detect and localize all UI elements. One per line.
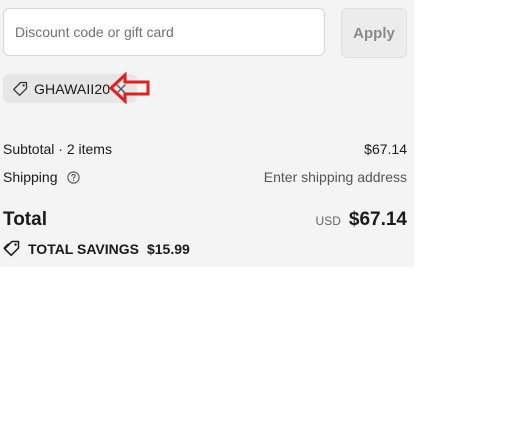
total-value: $67.14 [348,209,407,230]
total-currency: USD [315,214,341,228]
apply-button[interactable]: Apply [341,8,407,58]
applied-code-text: GHAWAII20 [34,80,111,97]
total-row: Total USD $67.14 [3,209,407,231]
tags-icon [3,240,20,257]
savings-label: TOTAL SAVINGS [28,240,139,257]
shipping-row: Shipping Enter shipping address [3,169,407,185]
help-icon[interactable] [67,171,81,184]
shipping-value: Enter shipping address [263,169,407,185]
total-label: Total [3,209,47,230]
order-summary-panel: Apply GHAWAII20 Subtotal · 2 items $67.1… [0,0,414,267]
tag-icon [12,81,28,97]
shipping-label: Shipping [3,169,58,185]
total-savings: TOTAL SAVINGS $15.99 [3,240,190,257]
savings-value: $15.99 [146,240,190,257]
subtotal-value: $67.14 [364,141,407,157]
discount-code-input[interactable] [3,8,325,56]
red-arrow-annotation [108,71,150,105]
subtotal-row: Subtotal · 2 items $67.14 [3,141,407,157]
subtotal-label: Subtotal · 2 items [3,141,112,157]
